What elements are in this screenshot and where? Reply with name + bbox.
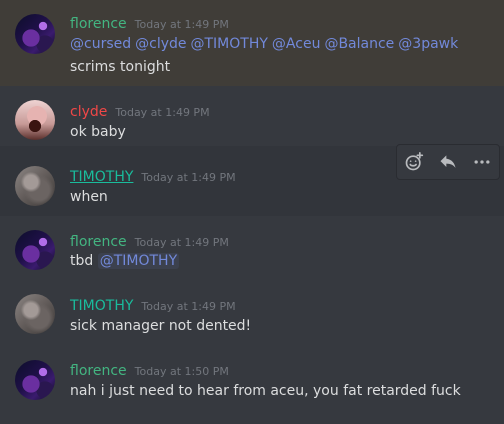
avatar[interactable] (15, 360, 55, 400)
message-text: scrims tonight (70, 59, 171, 75)
timestamp: Today at 1:49 PM (141, 300, 236, 313)
author-name[interactable]: TIMOTHY (70, 169, 133, 185)
author-name[interactable]: florence (70, 16, 127, 32)
message-1: florence Today at 1:49 PM @cursed @clyde @T… (0, 0, 504, 86)
mention[interactable]: @clyde (135, 36, 186, 52)
avatar[interactable] (15, 14, 55, 54)
author-name[interactable]: clyde (70, 104, 107, 120)
message-2: clyde Today at 1:49 PM ok baby (0, 86, 504, 146)
message-text: when (70, 189, 108, 205)
message-actions-toolbar (396, 144, 500, 180)
mention[interactable]: @3pawk (398, 36, 458, 52)
message-text: ok baby (70, 124, 126, 140)
message-4: florence Today at 1:49 PM tbd @TIMOTHY (0, 216, 504, 280)
timestamp: Today at 1:49 PM (115, 106, 210, 119)
reply-icon[interactable] (436, 150, 460, 174)
author-name[interactable]: florence (70, 234, 127, 250)
mention[interactable]: @TIMOTHY (97, 253, 180, 269)
timestamp: Today at 1:49 PM (141, 171, 236, 184)
more-options-icon[interactable] (470, 150, 494, 174)
message-header: clyde Today at 1:49 PM (70, 101, 210, 120)
message-header: florence Today at 1:49 PM (70, 13, 229, 32)
mention[interactable]: @TIMOTHY (191, 36, 268, 52)
add-reaction-icon[interactable] (402, 150, 426, 174)
message-header: TIMOTHY Today at 1:49 PM (70, 295, 236, 314)
mention[interactable]: @Balance (324, 36, 394, 52)
timestamp: Today at 1:50 PM (134, 365, 229, 378)
mention[interactable]: @Aceu (272, 36, 321, 52)
message-content: @cursed @clyde @TIMOTHY @Aceu @Balance @3pawk (70, 36, 462, 52)
avatar[interactable] (15, 100, 55, 140)
message-text: nah i just need to hear from aceu, you f… (70, 383, 461, 399)
avatar[interactable] (15, 166, 55, 206)
message-5: TIMOTHY Today at 1:49 PM sick manager not… (0, 280, 504, 346)
avatar[interactable] (15, 294, 55, 334)
message-text: sick manager not dented! (70, 318, 252, 334)
message-6: florence Today at 1:50 PM nah i just need… (0, 346, 504, 424)
message-text: tbd (70, 253, 94, 269)
author-name[interactable]: TIMOTHY (70, 298, 133, 314)
timestamp: Today at 1:49 PM (134, 18, 229, 31)
message-content: tbd @TIMOTHY (70, 253, 180, 269)
message-header: florence Today at 1:49 PM (70, 231, 229, 250)
mention[interactable]: @cursed (70, 36, 131, 52)
message-header: florence Today at 1:50 PM (70, 360, 229, 379)
author-name[interactable]: florence (70, 363, 127, 379)
message-header: TIMOTHY Today at 1:49 PM (70, 166, 236, 185)
timestamp: Today at 1:49 PM (134, 236, 229, 249)
avatar[interactable] (15, 230, 55, 270)
